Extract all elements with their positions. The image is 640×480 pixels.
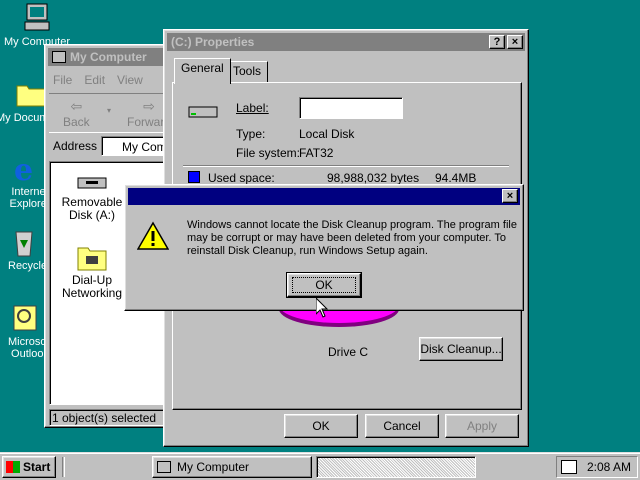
used-space-mb: 94.4MB	[435, 171, 477, 185]
address-bar: Address My Comp	[49, 135, 171, 157]
address-input[interactable]: My Comp	[101, 136, 171, 156]
outlook-icon	[8, 302, 40, 334]
dialog-titlebar[interactable]: ×	[128, 188, 520, 205]
used-space-caption: Used space:	[208, 171, 275, 185]
task-button-my-computer[interactable]: My Computer	[152, 456, 312, 478]
disk-cleanup-button[interactable]: Disk Cleanup...	[419, 337, 503, 361]
dialog-ok-button[interactable]: OK	[286, 272, 362, 298]
taskbar: Start My Computer 2:08 AM	[0, 452, 640, 480]
recycle-bin-icon	[8, 226, 40, 258]
properties-title: (C:) Properties	[171, 35, 255, 49]
properties-titlebar[interactable]: (C:) Properties ? ×	[167, 33, 525, 51]
back-button[interactable]: ⇦ Back	[63, 98, 90, 129]
label-caption: Label:	[236, 101, 269, 115]
svg-text:e: e	[14, 153, 33, 184]
my-computer-titlebar[interactable]: My Computer	[48, 48, 166, 66]
list-item[interactable]: Dial-Up Networking	[56, 242, 128, 300]
tab-strip: General Tools	[172, 58, 522, 84]
divider	[183, 165, 509, 167]
used-space-swatch	[188, 171, 200, 183]
message-line: may be corrupt or may have been deleted …	[187, 232, 506, 244]
message-line: reinstall Disk Cleanup, run Windows Setu…	[187, 245, 428, 257]
desktop-icon-my-computer[interactable]: My Computer	[2, 2, 72, 48]
filesystem-value: FAT32	[299, 146, 334, 160]
close-button[interactable]: ×	[507, 35, 523, 49]
dialog-message: Windows cannot locate the Disk Cleanup p…	[187, 219, 517, 258]
menu-view[interactable]: View	[117, 73, 143, 87]
scheduler-tray-icon[interactable]	[561, 460, 577, 474]
dialup-folder-icon	[76, 242, 108, 272]
used-space-bytes: 98,988,032 bytes	[327, 171, 420, 185]
apply-button[interactable]: Apply	[445, 414, 519, 438]
address-label: Address	[53, 139, 98, 153]
floppy-drive-icon	[76, 172, 108, 192]
menu-bar: File Edit View	[53, 73, 143, 87]
computer-small-icon	[157, 461, 171, 473]
windows-logo-icon	[6, 461, 20, 473]
label-input[interactable]	[299, 97, 403, 119]
my-computer-title: My Computer	[70, 50, 147, 64]
start-button[interactable]: Start	[2, 456, 56, 478]
mouse-pointer-icon	[315, 296, 329, 321]
task-button-slot[interactable]	[316, 456, 476, 478]
status-bar: 1 object(s) selected	[49, 409, 167, 426]
warning-icon	[136, 221, 170, 254]
type-caption: Type:	[236, 127, 266, 141]
folder-icon	[15, 78, 47, 110]
drive-caption: Drive C	[328, 345, 369, 359]
back-dropdown-icon[interactable]: ▾	[107, 106, 111, 115]
clock[interactable]: 2:08 AM	[587, 460, 631, 474]
message-line: Windows cannot locate the Disk Cleanup p…	[187, 219, 517, 231]
tab-general[interactable]: General	[174, 58, 231, 84]
computer-icon	[21, 2, 53, 34]
list-item-label: Removable Disk (A:)	[61, 195, 123, 222]
ok-button[interactable]: OK	[284, 414, 358, 438]
type-value: Local Disk	[299, 127, 355, 141]
back-arrow-icon: ⇦	[70, 98, 83, 114]
list-item-label: Dial-Up Networking	[61, 273, 123, 300]
quick-launch-separator	[62, 457, 65, 477]
dialog-close-button[interactable]: ×	[502, 189, 518, 203]
window-icon	[52, 51, 66, 63]
menu-file[interactable]: File	[53, 73, 72, 87]
cancel-button[interactable]: Cancel	[365, 414, 439, 438]
filesystem-caption: File system:	[236, 146, 301, 160]
system-tray: 2:08 AM	[556, 456, 638, 478]
help-button[interactable]: ?	[489, 35, 505, 49]
menu-edit[interactable]: Edit	[84, 73, 105, 87]
toolbar: ⇦ Back ▾ ⇨ Forward	[49, 93, 171, 133]
list-item[interactable]: Removable Disk (A:)	[56, 172, 128, 222]
error-dialog[interactable]: × Windows cannot locate the Disk Cleanup…	[124, 184, 524, 311]
internet-explorer-icon: e	[8, 152, 40, 188]
tab-tools[interactable]: Tools	[226, 61, 269, 83]
hard-drive-icon	[187, 101, 219, 124]
status-text: 1 object(s) selected	[52, 411, 157, 425]
